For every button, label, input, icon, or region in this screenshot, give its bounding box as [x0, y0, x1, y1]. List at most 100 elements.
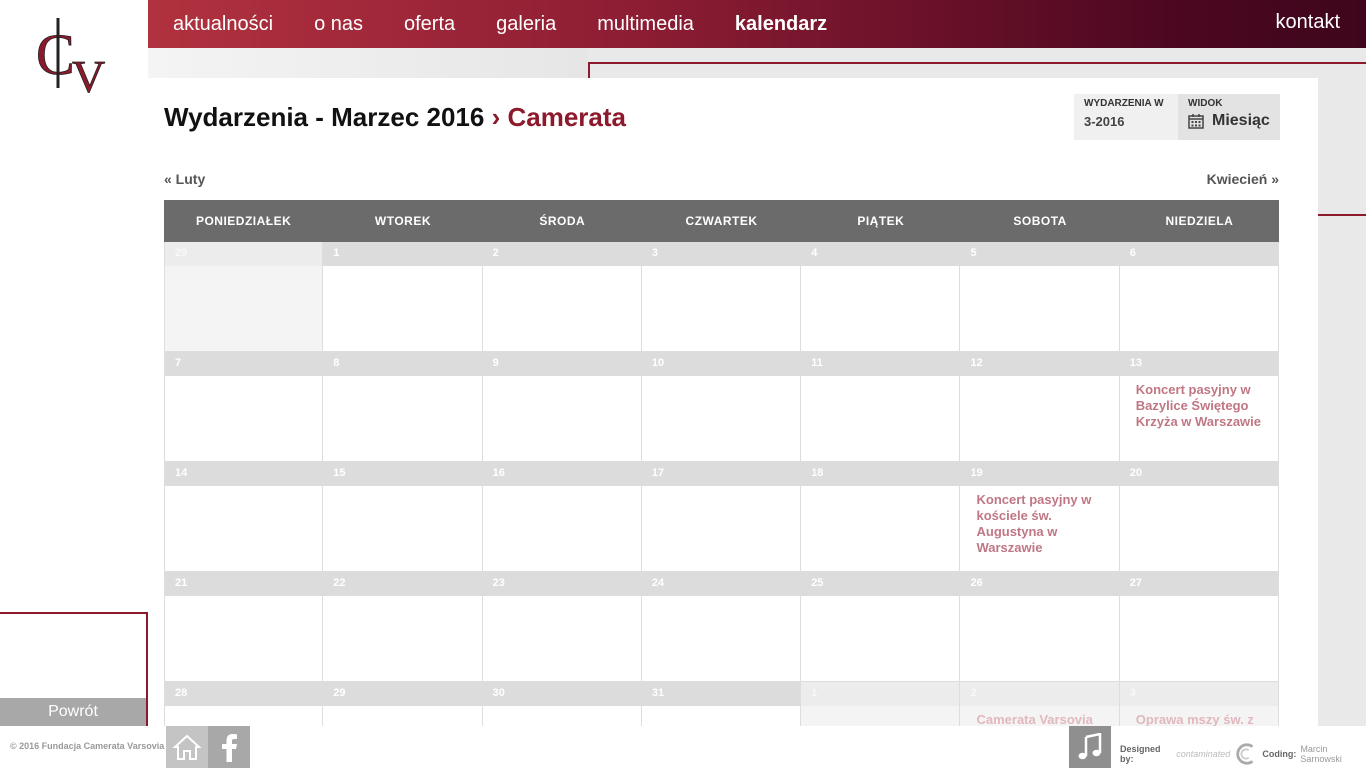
calendar-day[interactable]: 2	[482, 242, 642, 352]
events-period-label: WYDARZENIA W	[1084, 98, 1164, 109]
calendar-day[interactable]: 3	[641, 242, 802, 352]
calendar-day[interactable]: 18	[801, 462, 961, 572]
calendar-day[interactable]: 8	[323, 352, 483, 462]
day-number: 26	[960, 572, 1119, 596]
music-button[interactable]	[1069, 726, 1111, 768]
calendar-day[interactable]: 12	[960, 352, 1120, 462]
day-number: 1	[323, 242, 482, 266]
back-button[interactable]: Powrót	[0, 698, 146, 726]
day-number: 19	[960, 462, 1119, 486]
left-column: C V Powrót	[0, 0, 148, 726]
day-number: 28	[165, 682, 323, 706]
main-nav: aktualności o nas oferta galeria multime…	[148, 0, 1366, 48]
events-period-value[interactable]: 3-2016	[1084, 114, 1168, 129]
day-number: 18	[801, 462, 960, 486]
weekday-header-cell: ŚRODA	[539, 214, 586, 228]
nav-item-oferta[interactable]: oferta	[404, 13, 455, 36]
calendar-day[interactable]: 19 Koncert pasyjny w kościele św. Augusty…	[960, 462, 1120, 572]
calendar-day[interactable]: 16	[482, 462, 642, 572]
calendar-day-other-month[interactable]: 29	[164, 242, 324, 352]
facebook-button[interactable]	[208, 726, 250, 768]
calendar-day[interactable]: 21	[164, 572, 324, 682]
calendar-day[interactable]: 1	[323, 242, 483, 352]
calendar-day[interactable]: 24	[641, 572, 802, 682]
day-number: 25	[801, 572, 960, 596]
calendar-body: 29 1 2 3 4 5 6 7 8 9 10 11 12 13 Koncert pasyjny w Baz…	[164, 242, 1280, 768]
coding-label: Coding:	[1262, 749, 1297, 759]
decor-line-right	[1318, 214, 1366, 216]
calendar-week-row: 21 22 23 24 25 26 27	[164, 572, 1280, 682]
calendar-day[interactable]: 27	[1119, 572, 1280, 682]
weekday-header-cell: PIĄTEK	[857, 214, 905, 228]
calendar-day[interactable]: 9	[482, 352, 642, 462]
nav-item-galeria[interactable]: galeria	[496, 13, 556, 36]
calendar-icon	[1188, 114, 1204, 129]
nav-item-o-nas[interactable]: o nas	[314, 13, 363, 36]
calendar-day[interactable]: 23	[482, 572, 642, 682]
main-panel: Wydarzenia - Marzec 2016 › Camerata WYDA…	[148, 78, 1318, 768]
weekday-header-cell: PONIEDZIAŁEK	[195, 214, 292, 228]
event-link[interactable]: Koncert pasyjny w kościele św. Augustyna…	[960, 486, 1118, 556]
event-link[interactable]: Camerata Varsovia	[960, 706, 1118, 728]
copyright: © 2016 Fundacja Camerata Varsovia	[10, 741, 165, 751]
calendar-day[interactable]: 20	[1119, 462, 1280, 572]
calendar-day[interactable]: 6	[1119, 242, 1280, 352]
weekday-header-cell: CZWARTEK	[685, 214, 758, 228]
calendar-day[interactable]: 26	[960, 572, 1120, 682]
calendar-day[interactable]: 25	[801, 572, 961, 682]
nav-item-multimedia[interactable]: multimedia	[597, 13, 694, 36]
calendar-day[interactable]: 22	[323, 572, 483, 682]
title-separator: ›	[491, 102, 501, 132]
nav-item-kalendarz[interactable]: kalendarz	[735, 13, 827, 36]
calendar-day[interactable]: 4	[801, 242, 961, 352]
event-link[interactable]: Koncert pasyjny w Bazylice Świętego Krzy…	[1120, 376, 1278, 430]
day-number: 10	[641, 352, 801, 376]
prev-month-link[interactable]: « Luty	[164, 171, 205, 187]
calendar-day[interactable]: 15	[323, 462, 483, 572]
day-number: 3	[641, 242, 801, 266]
calendar-day[interactable]: 13 Koncert pasyjny w Bazylice Świętego Kr…	[1119, 352, 1280, 462]
calendar-day[interactable]: 11	[801, 352, 961, 462]
day-number: 11	[801, 352, 960, 376]
events-period-filter[interactable]: WYDARZENIA W 3-2016	[1074, 94, 1178, 140]
title-category[interactable]: Camerata	[507, 102, 626, 132]
camerata-logo[interactable]: C V	[36, 16, 120, 100]
weekday-header-cell: SOBOTA	[1013, 214, 1067, 228]
weekday-header-cell: NIEDZIELA	[1165, 214, 1234, 228]
calendar-week-row: 14 15 16 17 18 19 Koncert pasyjny w kościele ś…	[164, 462, 1280, 572]
page-title-text: Wydarzenia - Marzec 2016	[164, 102, 485, 132]
day-number: 4	[801, 242, 960, 266]
day-number: 20	[1119, 462, 1279, 486]
calendar-day[interactable]: 17	[641, 462, 802, 572]
day-number: 27	[1119, 572, 1279, 596]
next-month-link[interactable]: Kwiecień »	[1207, 171, 1279, 187]
designer-name[interactable]: contaminated	[1176, 749, 1230, 759]
day-number: 16	[482, 462, 641, 486]
svg-text:C: C	[36, 22, 75, 87]
day-number: 29	[165, 242, 323, 266]
designed-by-label: Designed by:	[1120, 744, 1161, 764]
event-link[interactable]: Oprawa mszy św. z	[1120, 706, 1278, 728]
view-selector[interactable]: WIDOK Miesiąc	[1178, 94, 1280, 140]
day-number: 2	[482, 242, 641, 266]
view-value-button[interactable]: Miesiąc	[1188, 112, 1270, 130]
nav-item-aktualnosci[interactable]: aktualności	[173, 13, 273, 36]
day-number: 9	[482, 352, 641, 376]
day-number: 22	[323, 572, 482, 596]
calendar-day[interactable]: 7	[164, 352, 324, 462]
weekday-header-cell: WTOREK	[374, 214, 431, 228]
calendar-day[interactable]: 5	[960, 242, 1120, 352]
calendar-day[interactable]: 14	[164, 462, 324, 572]
footer: © 2016 Fundacja Camerata Varsovia Design…	[0, 726, 1366, 768]
day-number: 17	[641, 462, 801, 486]
nav-item-kontakt[interactable]: kontakt	[1276, 11, 1340, 34]
day-number: 2	[960, 682, 1119, 706]
day-number: 13	[1119, 352, 1279, 376]
home-button[interactable]	[166, 726, 208, 768]
calendar-day[interactable]: 10	[641, 352, 802, 462]
music-note-icon	[1078, 733, 1102, 760]
weekday-header: PONIEDZIAŁEK WTOREK ŚRODA CZWARTEK PIĄTEK SOB…	[164, 200, 1279, 242]
credits: Designed by: contaminated Coding: Marcin…	[1120, 741, 1366, 767]
day-number: 31	[641, 682, 801, 706]
day-number: 12	[960, 352, 1119, 376]
